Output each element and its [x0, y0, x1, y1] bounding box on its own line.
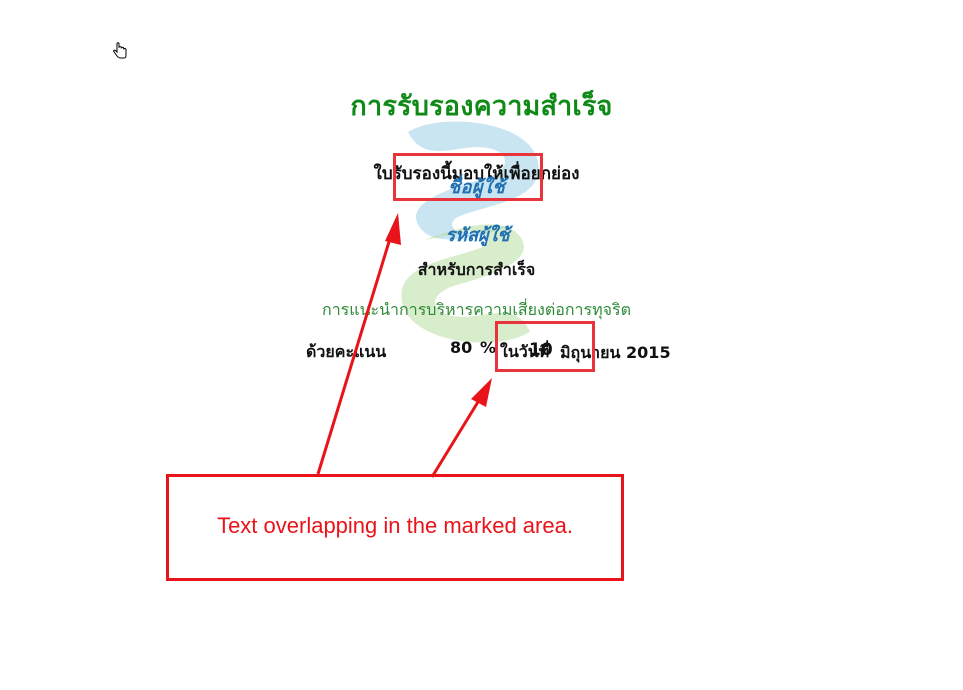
- highlight-box-user-name: [393, 153, 543, 201]
- annotation-callout: Text overlapping in the marked area.: [166, 474, 624, 581]
- arrow-head-date-icon: [471, 378, 492, 407]
- highlight-box-date: [495, 321, 595, 372]
- for-achievement-text: สำหรับการสำเร็จ: [417, 260, 536, 279]
- course-name: การแนะนำการบริหารความเสี่ยงต่อการทุจริต: [322, 300, 631, 319]
- callout-text: Text overlapping in the marked area.: [217, 512, 573, 538]
- arrow-to-date: [430, 396, 483, 478]
- score-value: 80: [450, 338, 473, 357]
- hand-cursor-icon: [112, 42, 127, 59]
- score-label: ด้วยคะแนน: [306, 342, 387, 361]
- user-id-field: รหัสผู้ใช้: [445, 225, 510, 246]
- certificate-title: การรับรองความสำเร็จ: [350, 91, 613, 122]
- score-unit: %: [480, 338, 497, 357]
